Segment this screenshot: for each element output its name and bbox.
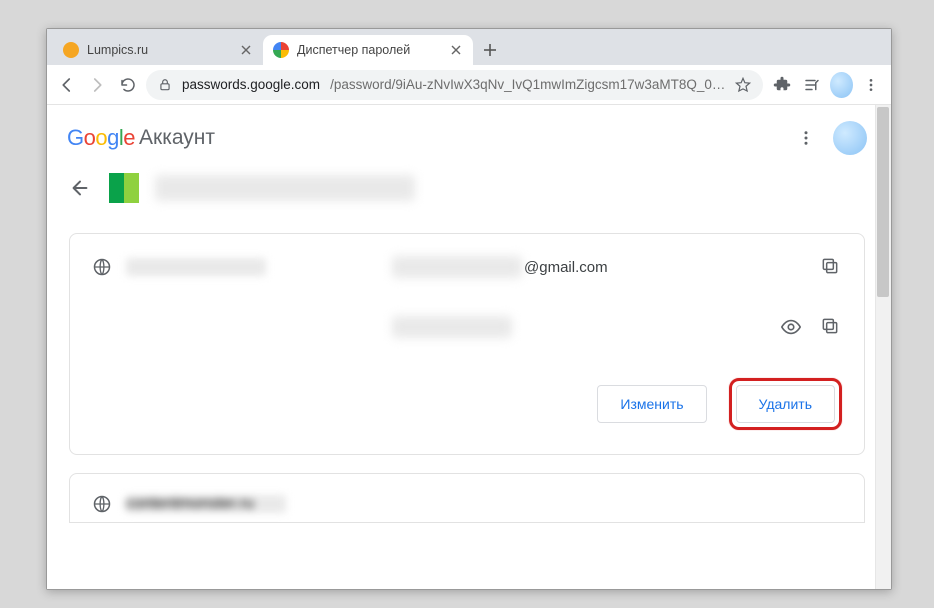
delete-button[interactable]: Удалить: [736, 385, 835, 423]
action-buttons: Изменить Удалить: [92, 378, 842, 430]
extensions-icon[interactable]: [769, 71, 793, 99]
password-row: [92, 316, 842, 338]
lock-icon: [158, 78, 172, 92]
url-host: passwords.google.com: [182, 77, 320, 92]
copy-password-icon[interactable]: [820, 316, 842, 338]
globe-icon: [92, 494, 112, 514]
page-menu-icon[interactable]: [787, 119, 825, 157]
reload-button[interactable]: [116, 71, 140, 99]
browser-window: Lumpics.ru Диспетчер паролей: [46, 28, 892, 590]
favicon-google-icon: [273, 42, 289, 58]
tab-password-manager[interactable]: Диспетчер паролей: [263, 35, 473, 65]
toolbar: passwords.google.com/password/9iAu-zNvIw…: [47, 65, 891, 105]
next-password-card[interactable]: contentmonster.ru: [69, 473, 865, 523]
back-button[interactable]: [55, 71, 79, 99]
delete-highlight: Удалить: [729, 378, 842, 430]
edit-button[interactable]: Изменить: [597, 385, 706, 423]
show-password-icon[interactable]: [780, 316, 802, 338]
close-tab-icon[interactable]: [239, 43, 253, 57]
password-blurred: [392, 316, 512, 338]
back-arrow-button[interactable]: [67, 175, 93, 201]
title-row: [59, 167, 875, 233]
google-logo: Google: [67, 125, 135, 151]
page-viewport: Google Аккаунт: [47, 105, 891, 589]
page-content: Google Аккаунт: [47, 105, 891, 523]
scrollbar[interactable]: [875, 105, 891, 589]
account-label: Аккаунт: [139, 126, 215, 150]
site-link[interactable]: contentmonster.ru: [126, 495, 286, 513]
copy-username-icon[interactable]: [820, 256, 842, 278]
reading-list-icon[interactable]: [800, 71, 824, 99]
address-bar[interactable]: passwords.google.com/password/9iAu-zNvIw…: [146, 70, 763, 100]
tab-strip: Lumpics.ru Диспетчер паролей: [47, 29, 891, 65]
globe-icon: [92, 257, 112, 277]
username-row: @gmail.com: [92, 256, 842, 278]
site-link-blurred[interactable]: [126, 258, 266, 276]
profile-avatar[interactable]: [830, 72, 853, 98]
tab-title: Lumpics.ru: [87, 43, 231, 57]
favicon-icon: [63, 42, 79, 58]
url-path: /password/9iAu-zNvIwX3qNv_IvQ1mwImZigcsm…: [330, 77, 725, 92]
close-tab-icon[interactable]: [449, 43, 463, 57]
star-icon[interactable]: [735, 77, 751, 93]
password-card: @gmail.com: [69, 233, 865, 455]
google-account-header: Google Аккаунт: [59, 105, 875, 167]
username-blurred: [392, 256, 522, 278]
new-tab-button[interactable]: [477, 37, 503, 63]
site-title-blurred: [155, 175, 415, 201]
site-favicon: [109, 173, 139, 203]
chrome-menu-icon[interactable]: [859, 71, 883, 99]
tab-lumpics[interactable]: Lumpics.ru: [53, 35, 263, 65]
username-suffix: @gmail.com: [524, 259, 608, 276]
account-avatar[interactable]: [833, 121, 867, 155]
tab-title: Диспетчер паролей: [297, 43, 441, 57]
forward-button[interactable]: [85, 71, 109, 99]
scrollbar-thumb[interactable]: [877, 107, 889, 297]
